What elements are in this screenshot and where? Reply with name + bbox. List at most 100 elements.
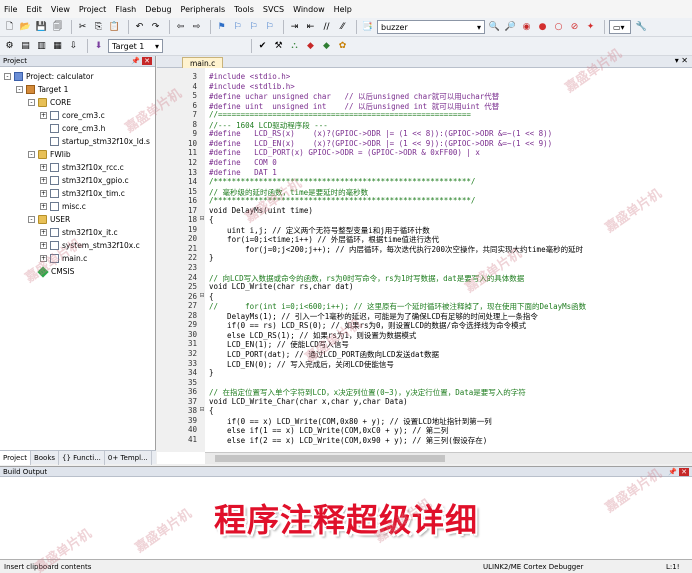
tree-item[interactable]: + misc.c xyxy=(0,200,155,213)
expand-icon[interactable]: + xyxy=(40,190,47,197)
close-icon[interactable]: ✕ xyxy=(679,467,689,476)
target-combo[interactable]: Target 1 ▾ xyxy=(108,39,163,53)
open-file-icon[interactable]: 📂 xyxy=(19,21,32,34)
code-line: else if(2 == x) LCD_Write(COM,0x90 + y);… xyxy=(209,435,488,445)
rebuild-icon[interactable]: ▥ xyxy=(35,40,48,53)
close-icon[interactable]: ✕ xyxy=(142,57,152,65)
target-options-icon[interactable]: ✔ xyxy=(256,40,269,53)
expand-icon[interactable]: + xyxy=(40,112,47,119)
save-all-icon[interactable]: 🗐 xyxy=(51,21,64,34)
unindent-icon[interactable]: ⇤ xyxy=(304,21,317,34)
collapse-icon[interactable]: - xyxy=(16,86,23,93)
tree-item[interactable]: + stm32f10x_rcc.c xyxy=(0,161,155,174)
collapse-icon[interactable]: - xyxy=(28,99,35,106)
copy-icon[interactable]: ⎘ xyxy=(92,21,105,34)
tree-item[interactable]: - Target 1 xyxy=(0,83,155,96)
horizontal-scrollbar[interactable] xyxy=(205,452,692,464)
expand-icon[interactable]: + xyxy=(40,242,47,249)
save-icon[interactable]: 💾 xyxy=(35,21,48,34)
fold-icon[interactable]: ⊟ xyxy=(199,292,205,299)
menu-item-svcs[interactable]: SVCS xyxy=(263,5,284,14)
tree-item[interactable]: - USER xyxy=(0,213,155,226)
scrollbar-thumb[interactable] xyxy=(215,455,445,462)
pin-icon[interactable]: 📌 xyxy=(131,57,140,65)
tree-item[interactable]: + system_stm32f10x.c xyxy=(0,239,155,252)
menu-item-tools[interactable]: Tools xyxy=(234,5,254,14)
pack-installer-icon[interactable]: ◆ xyxy=(320,40,333,53)
bookmark-next-icon[interactable]: ⚐ xyxy=(247,21,260,34)
panel-tab[interactable]: 0+ Templ... xyxy=(105,450,152,465)
window-layout-combo[interactable]: ▭▾ xyxy=(609,20,631,34)
nav-back-icon[interactable]: ⇦ xyxy=(174,21,187,34)
load-icon[interactable]: ⬇ xyxy=(92,40,105,53)
breakpoint-insert-icon[interactable]: ● xyxy=(536,21,549,34)
new-file-icon[interactable]: 🗋 xyxy=(3,21,16,34)
panel-tab[interactable]: Books xyxy=(31,450,60,465)
tree-item[interactable]: + stm32f10x_it.c xyxy=(0,226,155,239)
tree-item[interactable]: + main.c xyxy=(0,252,155,265)
menu-item-view[interactable]: View xyxy=(51,5,70,14)
collapse-icon[interactable]: - xyxy=(28,151,35,158)
build-icon[interactable]: ▤ xyxy=(19,40,32,53)
file-extensions-icon[interactable]: ⚒ xyxy=(272,40,285,53)
menu-item-window[interactable]: Window xyxy=(293,5,325,14)
bookmark-clear-icon[interactable]: ⚐ xyxy=(263,21,276,34)
menu-item-edit[interactable]: Edit xyxy=(26,5,42,14)
fold-icon[interactable]: ⊟ xyxy=(199,406,205,413)
panel-tab[interactable]: Project xyxy=(0,450,31,465)
menu-item-file[interactable]: File xyxy=(4,5,17,14)
uncomment-icon[interactable]: ⁄⁄ xyxy=(336,21,349,34)
batch-build-icon[interactable]: ▦ xyxy=(51,40,64,53)
code-area[interactable]: #include <stdio.h> #include <stdlib.h> #de… xyxy=(209,68,692,452)
fold-icon[interactable]: ⊟ xyxy=(199,215,205,222)
tree-item[interactable]: - FWlib xyxy=(0,148,155,161)
run-time-env-icon[interactable]: ✿ xyxy=(336,40,349,53)
tree-item[interactable]: + stm32f10x_tim.c xyxy=(0,187,155,200)
comment-icon[interactable]: // xyxy=(320,21,333,34)
breakpoint-disable-icon[interactable]: ○ xyxy=(552,21,565,34)
configure-icon[interactable]: 🔧 xyxy=(635,21,648,34)
nav-forward-icon[interactable]: ⇨ xyxy=(190,21,203,34)
editor-tab-main-c[interactable]: main.c xyxy=(182,57,224,68)
menu-item-help[interactable]: Help xyxy=(334,5,352,14)
tree-item[interactable]: - Project: calculator xyxy=(0,70,155,83)
expand-icon[interactable]: + xyxy=(40,177,47,184)
translate-icon[interactable]: ⚙ xyxy=(3,40,16,53)
menu-item-flash[interactable]: Flash xyxy=(115,5,136,14)
menu-item-debug[interactable]: Debug xyxy=(145,5,171,14)
find-icon[interactable]: 🔍 xyxy=(488,21,501,34)
indent-icon[interactable]: ⇥ xyxy=(288,21,301,34)
paste-icon[interactable]: 📋 xyxy=(108,21,121,34)
tree-item[interactable]: + stm32f10x_gpio.c xyxy=(0,174,155,187)
breakpoint-disable-all-icon[interactable]: ✦ xyxy=(584,21,597,34)
manage-project-icon[interactable]: ⛬ xyxy=(288,40,301,53)
download-icon[interactable]: ⇩ xyxy=(67,40,80,53)
cut-icon[interactable]: ✂ xyxy=(76,21,89,34)
bookmark-prev-icon[interactable]: ⚐ xyxy=(231,21,244,34)
select-packs-icon[interactable]: ◆ xyxy=(304,40,317,53)
close-editor-icon[interactable]: ▾ ✕ xyxy=(675,56,688,65)
collapse-icon[interactable]: - xyxy=(28,216,35,223)
menu-item-project[interactable]: Project xyxy=(79,5,106,14)
tree-item[interactable]: CMSIS xyxy=(0,265,155,278)
tree-item[interactable]: startup_stm32f10x_ld.s xyxy=(0,135,155,148)
expand-icon[interactable]: + xyxy=(40,164,47,171)
tree-item[interactable]: core_cm3.h xyxy=(0,122,155,135)
menu-item-peripherals[interactable]: Peripherals xyxy=(181,5,226,14)
incremental-find-icon[interactable]: 🔎 xyxy=(504,21,517,34)
tree-item[interactable]: - CORE xyxy=(0,96,155,109)
debug-start-icon[interactable]: ◉ xyxy=(520,21,533,34)
panel-tab[interactable]: {} Functi... xyxy=(59,450,105,465)
expand-icon[interactable]: + xyxy=(40,255,47,262)
bookmark-icon[interactable]: ⚑ xyxy=(215,21,228,34)
redo-icon[interactable]: ↷ xyxy=(149,21,162,34)
tree-item[interactable]: + core_cm3.c xyxy=(0,109,155,122)
find-in-files-icon[interactable]: 📑 xyxy=(361,21,374,34)
pin-icon[interactable]: 📌 ✕ xyxy=(668,467,689,476)
breakpoint-kill-icon[interactable]: ⊘ xyxy=(568,21,581,34)
collapse-icon[interactable]: - xyxy=(4,73,11,80)
expand-icon[interactable]: + xyxy=(40,229,47,236)
expand-icon[interactable]: + xyxy=(40,203,47,210)
undo-icon[interactable]: ↶ xyxy=(133,21,146,34)
find-combo[interactable]: buzzer ▾ xyxy=(377,20,485,34)
